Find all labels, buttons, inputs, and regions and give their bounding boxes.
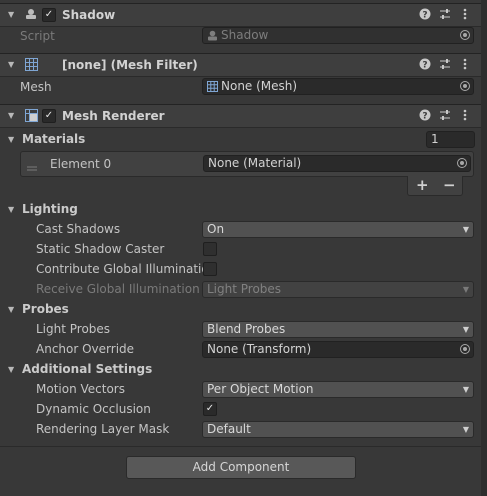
additional-settings-label: Additional Settings [22,362,153,376]
rendering-layer-mask-label: Rendering Layer Mask [36,422,170,436]
cast-shadows-value: On [207,222,225,236]
mesh-renderer-icon [25,109,38,122]
dropdown-arrow-icon: ▼ [462,325,469,334]
element-0-label: Element 0 [50,157,112,171]
materials-count-field[interactable]: 1 [426,131,475,148]
svg-text:?: ? [422,61,427,71]
foldout-arrow-icon[interactable]: ▼ [8,11,16,19]
help-icon[interactable]: ? [418,8,432,22]
mesh-filter-title: [none] (Mesh Filter) [62,58,198,72]
rendering-layer-mask-value: Default [207,422,251,436]
additional-settings-foldout-arrow-icon[interactable]: ▼ [8,366,16,374]
script-icon [207,30,218,41]
mesh-field[interactable]: None (Mesh) [202,78,474,95]
contribute-gi-checkbox[interactable] [203,262,217,276]
anchor-override-value: None (Transform) [207,342,312,356]
preset-sliders-icon[interactable] [438,8,452,22]
more-options-icon[interactable] [458,58,472,72]
shadow-enabled-checkbox[interactable]: ✓ [42,8,56,22]
mesh-label: Mesh [20,80,52,94]
dropdown-arrow-icon: ▼ [462,425,469,434]
foldout-arrow-icon[interactable]: ▼ [8,112,16,120]
static-shadow-caster-checkbox[interactable] [203,242,217,256]
rendering-layer-mask-dropdown[interactable]: Default ▼ [202,421,474,438]
anchor-override-label: Anchor Override [36,342,135,356]
materials-label: Materials [22,132,86,146]
object-picker-icon[interactable] [460,344,470,354]
dropdown-arrow-icon: ▼ [462,285,469,294]
foldout-arrow-icon[interactable]: ▼ [8,61,16,69]
divider [0,446,487,447]
element-0-value: None (Material) [208,156,302,170]
dropdown-arrow-icon: ▼ [462,385,469,394]
mesh-filter-icon [25,58,38,71]
object-picker-icon[interactable] [457,158,467,168]
materials-foldout-arrow-icon[interactable]: ▼ [8,136,16,144]
dynamic-occlusion-checkbox[interactable]: ✓ [203,402,217,416]
remove-element-button[interactable]: − [443,176,456,194]
mesh-icon [207,81,218,92]
light-probes-label: Light Probes [36,322,111,336]
add-element-button[interactable]: + [416,176,429,194]
mesh-renderer-enabled-checkbox[interactable]: ✓ [42,109,56,123]
light-probes-value: Blend Probes [207,322,286,336]
lighting-label: Lighting [22,202,78,216]
scrollbar[interactable] [481,0,487,496]
receive-gi-label: Receive Global Illumination [36,282,200,296]
more-options-icon[interactable] [458,8,472,22]
svg-text:?: ? [422,11,427,21]
help-icon[interactable]: ? [418,109,432,123]
mesh-renderer-title: Mesh Renderer [62,109,165,123]
motion-vectors-label: Motion Vectors [36,382,125,396]
svg-text:?: ? [422,112,427,122]
add-component-button[interactable]: Add Component [126,456,356,479]
more-options-icon[interactable] [458,109,472,123]
receive-gi-dropdown: Light Probes ▼ [202,281,474,298]
drag-handle-icon[interactable] [27,161,37,171]
object-picker-icon[interactable] [460,30,470,40]
help-icon[interactable]: ? [418,58,432,72]
dropdown-arrow-icon: ▼ [462,225,469,234]
preset-sliders-icon[interactable] [438,109,452,123]
mesh-filter-component-header[interactable]: ▼ [none] (Mesh Filter) ? [0,53,487,77]
object-picker-icon[interactable] [460,81,470,91]
static-shadow-caster-label: Static Shadow Caster [36,242,165,256]
probes-label: Probes [22,302,69,316]
script-label: Script [20,29,55,43]
list-add-remove-bar: + − [407,176,463,196]
probes-foldout-arrow-icon[interactable]: ▼ [8,306,16,314]
light-probes-dropdown[interactable]: Blend Probes ▼ [202,321,474,338]
cast-shadows-dropdown[interactable]: On ▼ [202,221,474,238]
mesh-renderer-component-header[interactable]: ▼ ✓ Mesh Renderer ? [0,104,487,128]
dynamic-occlusion-label: Dynamic Occlusion [36,402,151,416]
shadow-component-header[interactable]: ▼ ✓ Shadow ? [0,3,487,27]
script-icon [25,8,37,20]
element-0-material-field[interactable]: None (Material) [203,155,471,172]
receive-gi-value: Light Probes [207,282,282,296]
preset-sliders-icon[interactable] [438,58,452,72]
lighting-foldout-arrow-icon[interactable]: ▼ [8,206,16,214]
mesh-value: None (Mesh) [221,79,298,93]
motion-vectors-dropdown[interactable]: Per Object Motion ▼ [202,381,474,398]
script-value: Shadow [221,28,269,42]
script-field[interactable]: Shadow [202,27,474,44]
shadow-title: Shadow [62,8,116,22]
cast-shadows-label: Cast Shadows [36,222,121,236]
anchor-override-field[interactable]: None (Transform) [202,341,474,358]
motion-vectors-value: Per Object Motion [207,382,314,396]
contribute-gi-label: Contribute Global Illumination [36,262,217,276]
